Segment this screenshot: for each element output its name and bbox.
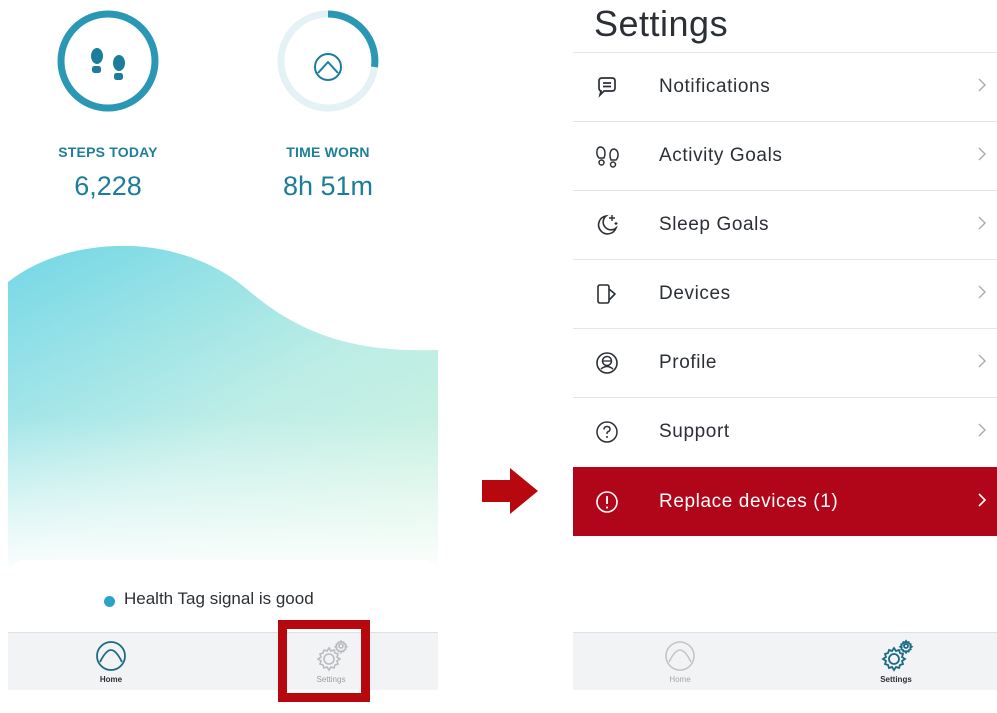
status-dot xyxy=(104,596,115,607)
footsteps-outline-icon xyxy=(596,146,619,168)
steps-label: STEPS TODAY xyxy=(58,144,158,160)
wear-mountain-icon xyxy=(314,53,342,81)
tab-settings[interactable]: Settings xyxy=(861,633,931,689)
settings-gear-icon xyxy=(881,639,914,672)
menu-item-label: Replace devices (1) xyxy=(659,491,839,512)
menu-item-label: Notifications xyxy=(659,76,771,97)
tab-home-label: Home xyxy=(99,675,123,684)
menu-item-notifications[interactable]: Notifications xyxy=(573,52,997,121)
profile-icon xyxy=(596,352,618,374)
tab-home[interactable]: Home xyxy=(76,633,146,689)
activity-wave xyxy=(8,230,438,570)
chevron-right-icon xyxy=(978,493,987,507)
settings-screen: Settings Notifications Activity Goals Sl… xyxy=(573,0,997,713)
menu-item-devices[interactable]: Devices xyxy=(573,259,997,328)
chevron-right-icon xyxy=(978,423,986,437)
home-wave-icon xyxy=(96,641,126,671)
menu-item-label: Devices xyxy=(659,283,731,304)
chevron-right-icon xyxy=(978,285,986,299)
time-worn-value: 8h 51m xyxy=(282,171,374,201)
question-icon xyxy=(596,421,618,443)
home-screen: STEPS TODAY 6,228 TIME WORN 8h 51m Healt… xyxy=(0,0,438,713)
chevron-right-icon xyxy=(978,354,986,368)
steps-ring xyxy=(57,10,159,112)
chevron-right-icon xyxy=(978,78,986,92)
device-icon xyxy=(597,284,616,304)
settings-tab-highlight xyxy=(278,620,370,702)
menu-item-profile[interactable]: Profile xyxy=(573,328,997,397)
tab-bar: Home Settings xyxy=(8,632,438,690)
menu-item-label: Activity Goals xyxy=(659,145,783,166)
chevron-right-icon xyxy=(978,216,986,230)
tab-settings-label: Settings xyxy=(880,675,912,684)
menu-item-label: Sleep Goals xyxy=(659,214,770,235)
time-worn-ring xyxy=(277,10,379,112)
arrow-right-icon xyxy=(482,468,538,514)
tab-home[interactable]: Home xyxy=(645,633,715,689)
menu-item-label: Profile xyxy=(659,352,718,373)
menu-item-replace-devices[interactable]: Replace devices (1) xyxy=(573,467,997,536)
steps-value: 6,228 xyxy=(74,171,142,201)
page-title: Settings xyxy=(594,3,729,44)
time-worn-label: TIME WORN xyxy=(286,144,370,160)
chevron-right-icon xyxy=(978,147,986,161)
moon-stars-icon xyxy=(597,214,618,235)
alert-icon xyxy=(596,491,618,513)
menu-item-support[interactable]: Support xyxy=(573,397,997,466)
chat-bubble-icon xyxy=(598,77,616,98)
menu-item-label: Support xyxy=(659,421,730,442)
tab-bar: Home Settings xyxy=(573,632,997,690)
status-text: Health Tag signal is good xyxy=(124,589,314,608)
footsteps-icon xyxy=(91,48,125,80)
menu-item-activity-goals[interactable]: Activity Goals xyxy=(573,121,997,190)
menu-item-sleep-goals[interactable]: Sleep Goals xyxy=(573,190,997,259)
home-wave-icon xyxy=(665,641,695,671)
tab-home-label: Home xyxy=(669,675,691,684)
